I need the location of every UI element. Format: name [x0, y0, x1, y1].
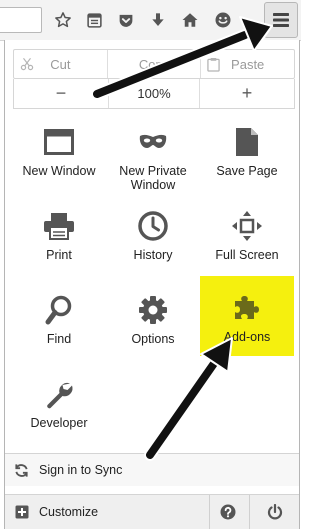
smiley-icon: [215, 12, 231, 28]
downloads-button[interactable]: [145, 6, 171, 34]
new-window-button[interactable]: New Window: [12, 122, 106, 202]
reading-list-button[interactable]: [81, 6, 107, 34]
print-label: Print: [46, 248, 72, 262]
clock-icon: [138, 211, 168, 241]
full-screen-button[interactable]: Full Screen: [200, 206, 294, 286]
save-page-button[interactable]: Save Page: [200, 122, 294, 202]
copy-button[interactable]: Copy: [106, 50, 201, 78]
options-label: Options: [131, 332, 175, 346]
save-page-label: Save Page: [216, 164, 278, 178]
clipboard-icon: [207, 58, 221, 72]
magnifier-icon: [45, 295, 72, 325]
quit-button[interactable]: [249, 495, 299, 529]
new-window-label: New Window: [22, 164, 96, 178]
plus-box-icon: [15, 505, 29, 519]
developer-label: Developer: [30, 416, 88, 430]
save-page-icon: [236, 128, 258, 156]
bookmark-button[interactable]: [50, 6, 76, 34]
window-icon: [44, 129, 74, 155]
new-private-window-label: New Private Window: [106, 164, 200, 192]
menu-bottom-bar: Customize: [5, 495, 299, 529]
customize-label: Customize: [39, 505, 99, 519]
zoom-controls: − 100% +: [13, 79, 295, 109]
zoom-in-button[interactable]: +: [200, 79, 294, 108]
help-icon: [220, 504, 235, 520]
new-private-label-line2: Window: [130, 178, 176, 192]
social-button[interactable]: [210, 6, 236, 34]
puzzle-piece-icon: [235, 296, 259, 319]
options-button[interactable]: Options: [106, 290, 200, 370]
home-icon: [182, 13, 198, 27]
developer-button[interactable]: Developer: [12, 374, 106, 454]
download-icon: [152, 13, 164, 26]
zoom-reset-button[interactable]: 100%: [108, 79, 200, 108]
browser-toolbar: [0, 0, 301, 41]
pocket-icon: [119, 14, 133, 27]
customize-button[interactable]: Customize: [5, 495, 155, 529]
sign-in-to-sync-button[interactable]: Sign in to Sync: [5, 454, 299, 486]
print-button[interactable]: Print: [12, 206, 106, 286]
sync-icon: [15, 464, 28, 477]
edit-controls: Cut Copy Paste: [13, 49, 295, 79]
hamburger-menu-icon: [273, 13, 289, 27]
star-icon: [55, 12, 71, 28]
new-private-label-line1: New Private: [119, 164, 187, 178]
cut-label: Cut: [50, 56, 71, 72]
history-label: History: [133, 248, 173, 262]
new-private-window-button[interactable]: New Private Window: [106, 122, 200, 202]
fullscreen-icon: [232, 211, 262, 241]
home-button[interactable]: [177, 6, 203, 34]
sign-in-label: Sign in to Sync: [39, 463, 123, 477]
addons-button[interactable]: Add-ons: [200, 276, 294, 356]
main-menu-panel: Cut Copy Paste − 100% + New Window New P…: [4, 40, 300, 529]
url-bar[interactable]: [0, 7, 42, 33]
scissors-icon: [20, 57, 34, 71]
copy-label: Copy: [138, 56, 170, 72]
printer-icon: [44, 213, 74, 240]
full-screen-label: Full Screen: [215, 248, 279, 262]
pocket-button[interactable]: [113, 6, 139, 34]
history-button[interactable]: History: [106, 206, 200, 286]
open-menu-button[interactable]: [264, 2, 298, 38]
paste-label: Paste: [231, 56, 265, 72]
gear-icon: [139, 296, 167, 324]
power-icon: [267, 504, 282, 520]
find-button[interactable]: Find: [12, 290, 106, 370]
reading-list-icon: [86, 12, 102, 28]
mask-icon: [139, 134, 167, 148]
paste-button[interactable]: Paste: [200, 50, 294, 78]
find-label: Find: [46, 332, 72, 346]
help-button[interactable]: [209, 495, 245, 529]
wrench-icon: [47, 383, 73, 409]
addons-label: Add-ons: [223, 330, 271, 344]
cut-button[interactable]: Cut: [14, 50, 107, 78]
zoom-out-button[interactable]: −: [14, 79, 108, 108]
